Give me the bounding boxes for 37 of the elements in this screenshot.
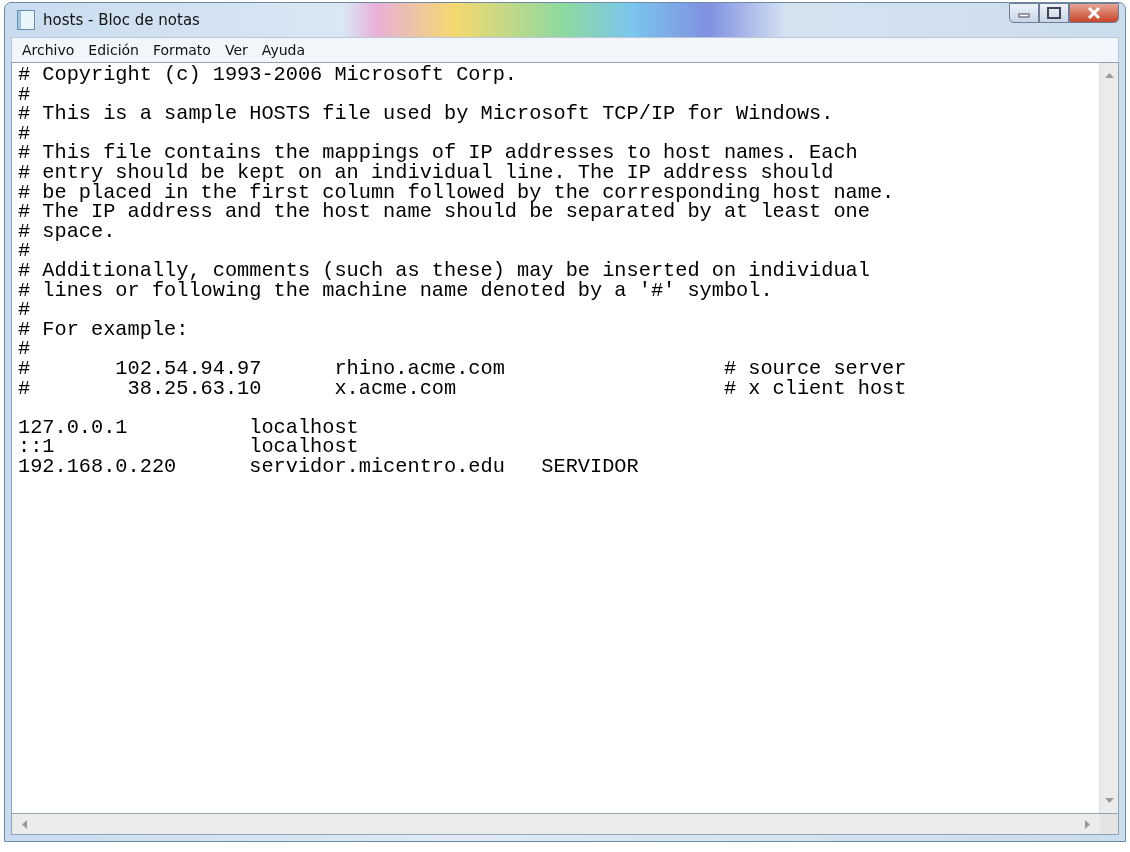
text-line: 192.168.0.220 servidor.micentro.edu SERVIDOR	[18, 456, 640, 477]
close-icon	[1086, 6, 1102, 20]
text-line: #	[18, 300, 32, 320]
scroll-up-icon[interactable]	[1104, 73, 1114, 78]
text-line: # This file contains the mappings of IP addresses to host names. Each	[18, 143, 859, 163]
text-line: #	[18, 241, 32, 261]
close-button[interactable]	[1069, 3, 1119, 23]
scroll-down-icon[interactable]	[1104, 798, 1114, 803]
window-title: hosts - Bloc de notas	[43, 11, 200, 29]
text-line: # 102.54.94.97 rhino.acme.com # source server	[18, 358, 908, 379]
text-line: # Additionally, comments (such as these) may be inserted on individual	[18, 260, 871, 281]
text-line: 127.0.0.1 localhost	[18, 417, 360, 438]
text-line: ::1 localhost	[18, 437, 359, 457]
notepad-icon	[17, 10, 35, 30]
menu-item[interactable]: Archivo	[16, 40, 81, 60]
text-line: #	[18, 339, 32, 359]
maximize-icon	[1046, 7, 1062, 19]
text-line: # The IP address and the host name should be separated by at least one	[18, 202, 871, 222]
text-line: #	[18, 84, 32, 105]
scroll-left-icon[interactable]	[22, 819, 27, 829]
menu-item[interactable]: Formato	[147, 40, 217, 60]
text-line: # Copyright (c) 1993-2006 Microsoft Corp.	[18, 65, 518, 85]
text-line: # be placed in the first column followed by the corresponding host name.	[18, 182, 896, 203]
text-line: # 38.25.63.10 x.acme.com # x client host	[18, 378, 908, 399]
scroll-right-icon[interactable]	[1085, 819, 1090, 829]
text-line: # For example:	[18, 319, 190, 340]
text-line: # This is a sample HOSTS file used by Microsoft TCP/IP for Windows.	[18, 104, 835, 124]
text-line: # entry should be kept on an individual line. The IP address should	[18, 162, 835, 183]
text-line: # lines or following the machine name denoted by a '#' symbol.	[18, 280, 774, 301]
maximize-button[interactable]	[1039, 3, 1069, 23]
menu-item[interactable]: Ayuda	[255, 40, 312, 60]
menu-item[interactable]: Ver	[218, 40, 254, 60]
menu-item[interactable]: Edición	[82, 40, 145, 60]
size-grip[interactable]	[1100, 814, 1118, 834]
text-line: #	[18, 123, 32, 144]
minimize-button[interactable]	[1009, 3, 1039, 23]
text-line: # space.	[18, 221, 117, 242]
